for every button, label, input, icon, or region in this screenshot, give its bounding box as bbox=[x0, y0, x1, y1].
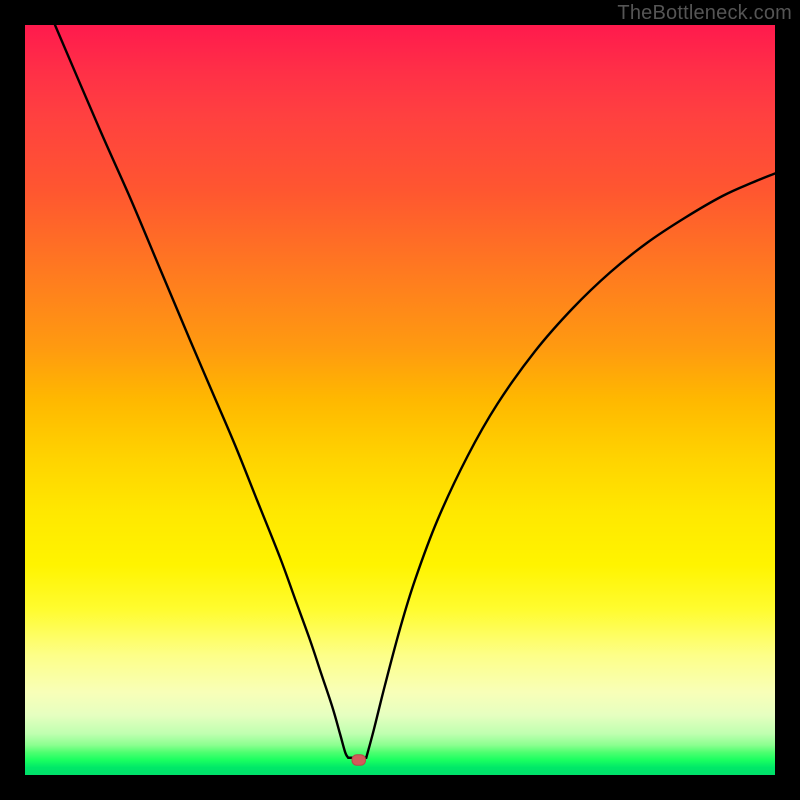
trough-marker bbox=[352, 755, 366, 766]
curve-left-branch bbox=[55, 25, 348, 758]
plot-area bbox=[25, 25, 775, 775]
curve-right-branch bbox=[366, 174, 775, 758]
chart-svg bbox=[25, 25, 775, 775]
chart-frame: TheBottleneck.com bbox=[0, 0, 800, 800]
watermark-text: TheBottleneck.com bbox=[617, 2, 792, 25]
